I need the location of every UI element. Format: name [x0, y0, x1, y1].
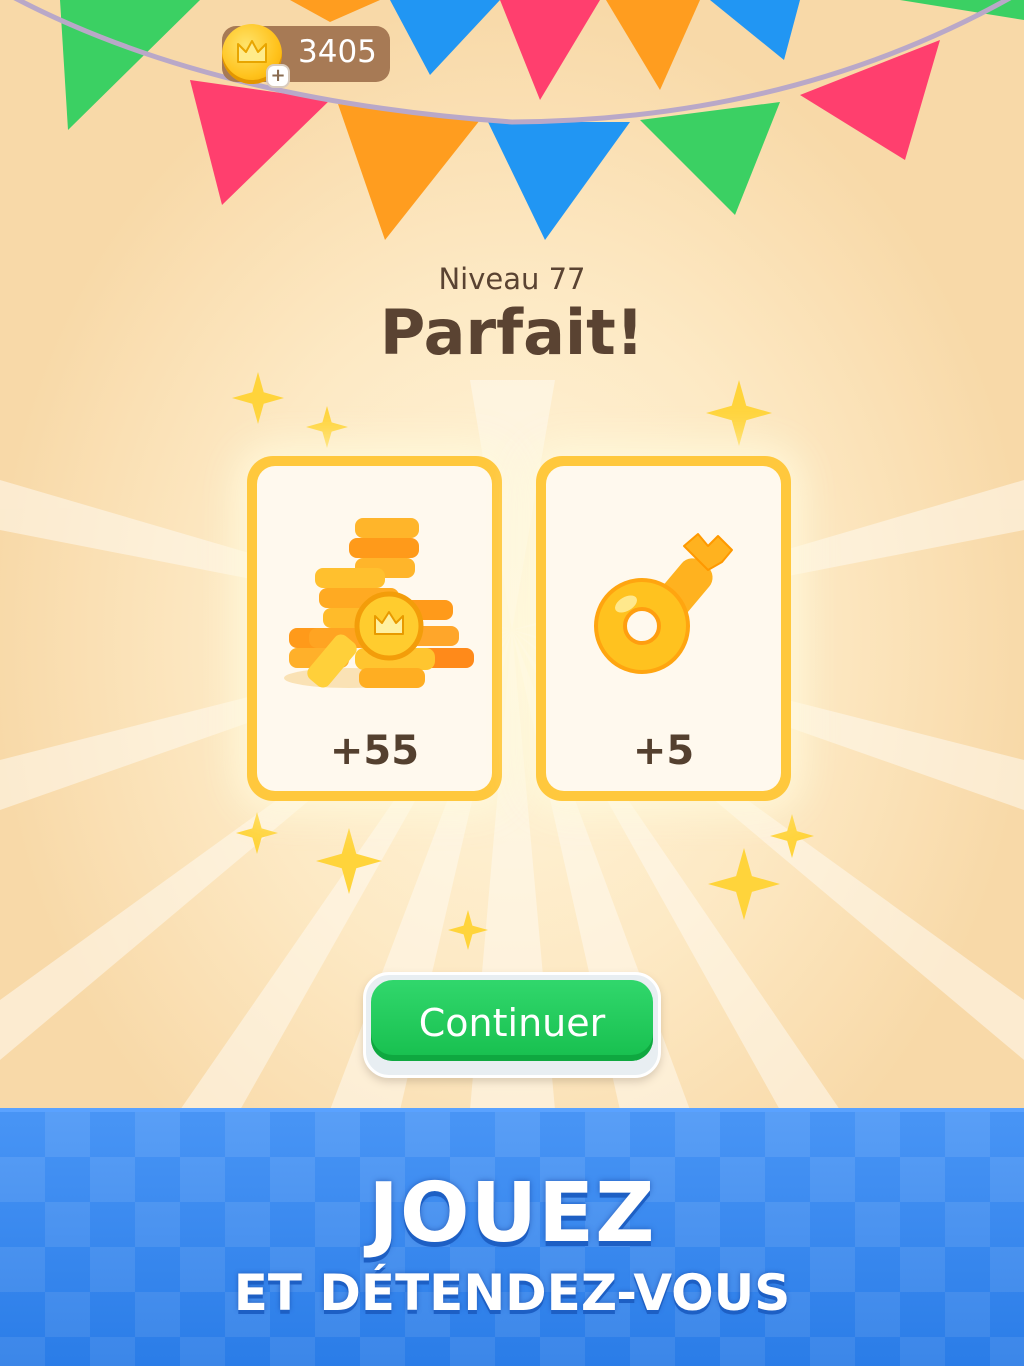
sparkle-star-icon: [306, 406, 348, 448]
key-icon: [594, 533, 733, 674]
sparkle-star-icon: [232, 372, 284, 424]
plus-icon[interactable]: +: [266, 64, 290, 88]
bunting-decoration: [13, 0, 1024, 240]
continue-button-face[interactable]: Continuer: [371, 980, 653, 1061]
sparkle-star-icon: [706, 380, 772, 446]
sparkle-star-icon: [708, 848, 780, 920]
result-title: Parfait!: [379, 296, 645, 369]
continue-button-label: Continuer: [418, 1001, 606, 1045]
coin-balance: 3405: [298, 34, 377, 70]
promo-headline: JOUEZ: [368, 1166, 656, 1261]
sparkle-star-icon: [448, 910, 488, 950]
sparkle-star-icon: [316, 828, 382, 894]
sparkle-star-icon: [236, 812, 278, 854]
level-label: Niveau 77: [438, 262, 586, 296]
reward-card-keys: +5: [536, 456, 791, 801]
reward-value-coins: +55: [329, 728, 420, 774]
reward-value-keys: +5: [632, 728, 695, 774]
coin-pile-icon: [284, 518, 474, 688]
reward-card-coins: +55: [247, 456, 502, 801]
promo-subheadline: ET DÉTENDEZ-VOUS: [233, 1264, 791, 1322]
coin-counter[interactable]: + 3405: [222, 24, 390, 88]
continue-button[interactable]: Continuer: [363, 972, 661, 1078]
